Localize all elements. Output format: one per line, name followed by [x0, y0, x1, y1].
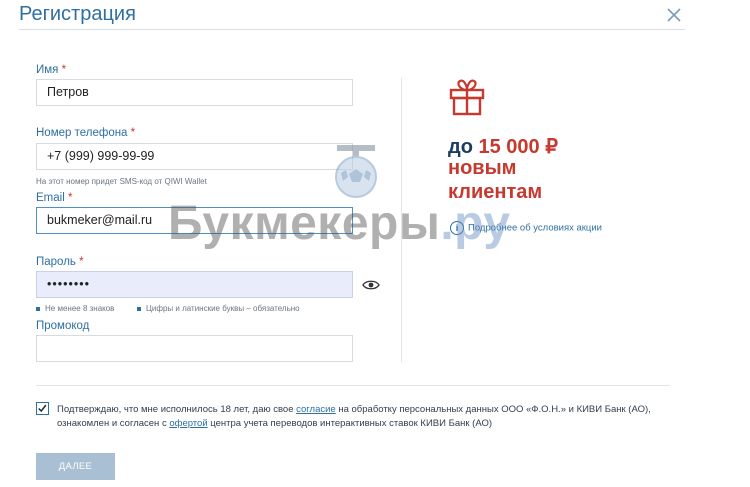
- close-icon[interactable]: [665, 6, 683, 24]
- password-rule-chars: Цифры и латинские буквы – обязательно: [137, 304, 300, 313]
- name-label: Имя *: [36, 64, 67, 76]
- password-label: Пароль *: [36, 256, 84, 268]
- consent-text: Подтверждаю, что мне исполнилось 18 лет,…: [57, 404, 651, 429]
- password-input[interactable]: ••••••••: [36, 271, 353, 298]
- next-button[interactable]: ДАЛЕЕ: [36, 453, 115, 480]
- checkmark-icon: [38, 404, 47, 413]
- name-input[interactable]: Петров: [36, 79, 353, 106]
- phone-label: Номер телефона *: [36, 127, 136, 139]
- consent-link[interactable]: согласие: [296, 404, 336, 415]
- phone-input[interactable]: +7 (999) 999-99-99: [36, 143, 353, 170]
- promo-code-label: Промокод: [36, 320, 90, 332]
- offer-link[interactable]: офертой: [169, 418, 207, 429]
- promo-line-new: новым: [448, 157, 517, 179]
- consent-checkbox[interactable]: [36, 402, 49, 415]
- watermark-text: Букмекеры.ру: [168, 197, 511, 250]
- gift-icon: [449, 79, 485, 116]
- dialog-title: Регистрация: [19, 3, 136, 25]
- password-rule-length: Не менее 8 знаков: [36, 304, 114, 313]
- section-divider: [36, 385, 670, 386]
- dialog-header: Регистрация: [19, 0, 685, 30]
- promo-code-input[interactable]: [36, 335, 353, 362]
- email-label: Email *: [36, 192, 73, 204]
- phone-hint: На этот номер придет SMS-код от QIWI Wal…: [36, 177, 207, 186]
- eye-icon[interactable]: [362, 279, 380, 291]
- promo-amount-line: до 15 000 ₽: [448, 136, 558, 158]
- soccer-ball-watermark-icon: [335, 145, 377, 198]
